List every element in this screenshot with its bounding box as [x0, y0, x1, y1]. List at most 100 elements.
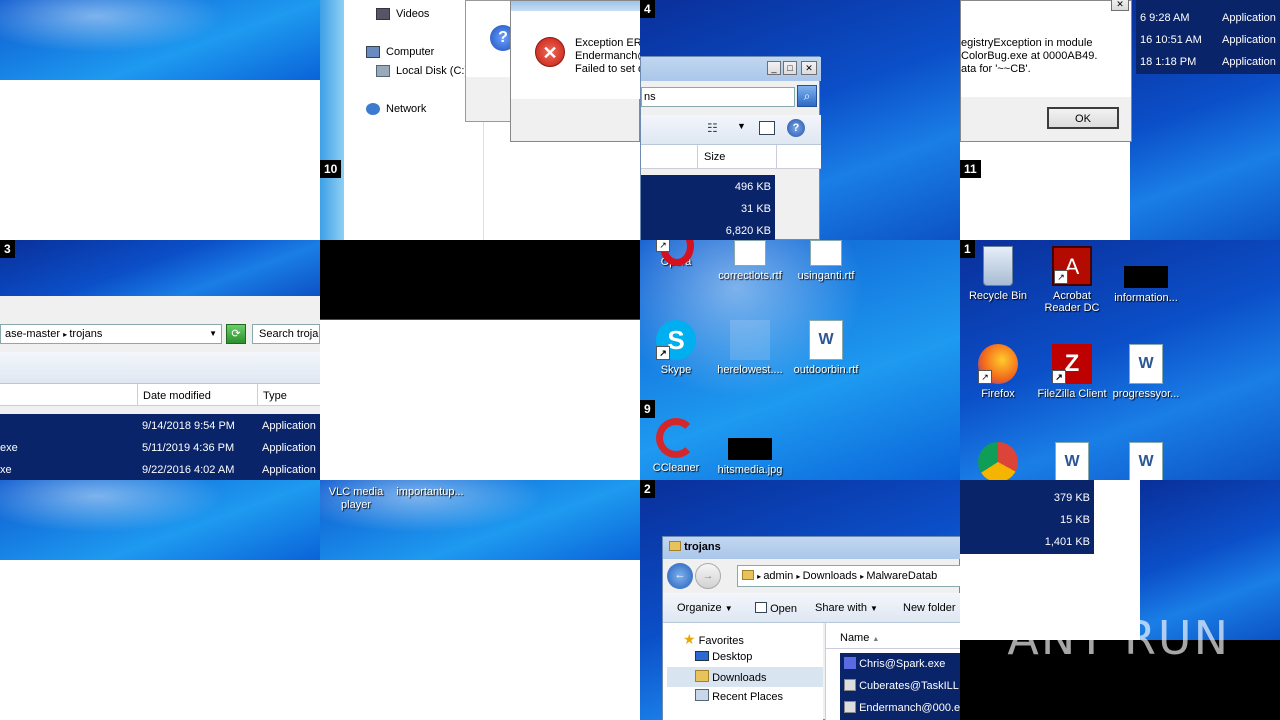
column-type[interactable]: Type: [257, 384, 320, 406]
navigation-pane: Videos Computer Local Disk (C:) Network: [344, 0, 484, 240]
views-icon[interactable]: ☷: [707, 121, 723, 135]
ok-button[interactable]: OK: [1047, 107, 1119, 129]
chevron-down-icon[interactable]: ▼: [209, 329, 217, 338]
table-row[interactable]: xe 9/22/2016 4:02 AM Application: [0, 464, 320, 480]
address-bar[interactable]: ase-master ▸ trojans ▼: [0, 324, 222, 344]
tile-number: 2: [640, 480, 655, 498]
column-date-modified[interactable]: Date modified: [137, 384, 257, 406]
close-button[interactable]: ✕: [1111, 0, 1129, 11]
nav-item-downloads[interactable]: Downloads: [667, 667, 823, 687]
error-message: Exception ER Endermanch@ Failed to set d: [575, 37, 640, 75]
wallpaper-fragment: [0, 0, 320, 80]
desktop-icon-important-label[interactable]: importantup...: [392, 486, 468, 498]
firefox-icon: ↗: [978, 344, 1018, 384]
anyrun-watermark: ANY RUN: [1007, 611, 1230, 665]
word-document-icon: W: [1129, 344, 1163, 384]
desktop-icon-firefox[interactable]: ↗ Firefox: [960, 344, 1036, 400]
recent-places-icon: [695, 689, 709, 701]
desktop-icon-vlc-label[interactable]: VLC media player: [326, 486, 386, 512]
column-headers: Size: [641, 145, 821, 169]
column-size[interactable]: Size: [697, 145, 777, 169]
desktop-icon-ccleaner[interactable]: CCleaner: [640, 418, 714, 474]
desktop-icon-acrobat[interactable]: A ↗ Acrobat Reader DC: [1034, 246, 1110, 314]
desktop-fragment-right: 1 Recycle Bin A ↗ Acrobat Reader DC infor…: [960, 240, 1280, 480]
sizes-fragment: 379 KB 15 KB 1,401 KB: [960, 480, 1280, 720]
error-icon: ✕: [535, 37, 565, 67]
list-item[interactable]: Cuberates@TaskILL: [844, 679, 959, 692]
black-band: [320, 240, 640, 320]
table-row[interactable]: 9/14/2018 9:54 PM Application: [0, 420, 320, 440]
nav-item-favorites[interactable]: ★ Favorites: [683, 631, 744, 648]
word-document-icon: W: [1055, 442, 1089, 480]
desktop-icon-word-doc[interactable]: W: [1108, 442, 1184, 480]
file-size: 1,401 KB: [1044, 536, 1090, 548]
minimize-button[interactable]: _: [767, 61, 781, 75]
opera-icon: ↗: [656, 240, 696, 266]
image-thumbnail: [1124, 266, 1168, 288]
trojans-explorer-main: 2 trojans ← → ▸ admin ▸ Downloads ▸ Malw…: [640, 480, 960, 720]
desktop-icon-filezilla[interactable]: Z ↗ FileZilla Client: [1034, 344, 1110, 400]
desktop-icon-chrome[interactable]: [960, 442, 1036, 480]
nav-item-computer[interactable]: Computer: [366, 46, 434, 58]
exception-dialog: ✕ egistryException in module ColorBug.ex…: [960, 0, 1132, 142]
word-document-icon: W: [809, 320, 843, 360]
desktop-icon-information[interactable]: information...: [1108, 246, 1184, 304]
tile-number: 1: [960, 240, 975, 258]
nav-item-network[interactable]: Network: [366, 103, 426, 115]
refresh-icon[interactable]: ⟳: [226, 324, 246, 344]
address-bar[interactable]: ▸ admin ▸ Downloads ▸ MalwareDatab: [737, 565, 960, 587]
trojans-explorer-fragment: 3 ase-master ▸ trojans ▼ ⟳ Search troja …: [0, 240, 320, 480]
navigation-pane: ★ Favorites Desktop Downloads Recent Pla…: [663, 623, 823, 720]
desktop-icon-skype[interactable]: S ↗ Skype: [640, 320, 714, 376]
file-list: Chris@Spark.exe Cuberates@TaskILL Enderm…: [840, 653, 960, 720]
share-with-button[interactable]: Share with ▼: [815, 602, 878, 614]
desktop-icon-hitsmedia[interactable]: hitsmedia.jpg: [712, 418, 788, 476]
chevron-down-icon[interactable]: ▼: [737, 121, 746, 131]
close-button[interactable]: ✕: [801, 61, 817, 75]
list-item[interactable]: Chris@Spark.exe: [844, 657, 945, 670]
nav-item-videos[interactable]: Videos: [376, 8, 429, 20]
app-icon: [844, 657, 856, 669]
new-folder-button[interactable]: New folder: [903, 602, 956, 614]
list-item[interactable]: Endermanch@000.e: [844, 701, 960, 714]
desktop-fragment-mid: ↗ Opera correctlots.rtf usinganti.rtf S ↗…: [640, 240, 960, 480]
file-list: 379 KB 15 KB 1,401 KB: [960, 480, 1094, 554]
app-icon: [844, 701, 856, 713]
desktop-icon-opera[interactable]: ↗ Opera: [640, 240, 714, 268]
desktop-icon-usinganti[interactable]: usinganti.rtf: [788, 240, 864, 282]
nav-item-recent-places[interactable]: Recent Places: [695, 689, 783, 703]
star-icon: ★: [683, 631, 696, 647]
explorer-window-fragment: Videos Computer Local Disk (C:) Network …: [320, 0, 640, 240]
desktop-icon-correctlots[interactable]: correctlots.rtf: [712, 240, 788, 282]
desktop-icon-herelowest[interactable]: herelowest....: [712, 320, 788, 376]
open-button[interactable]: Open: [755, 602, 797, 615]
help-icon[interactable]: ?: [787, 119, 805, 137]
acrobat-icon: A ↗: [1052, 246, 1092, 286]
search-input[interactable]: Search troja: [252, 324, 320, 344]
toolbar: [0, 352, 320, 384]
nav-item-desktop[interactable]: Desktop: [695, 651, 752, 663]
error-dialog: ✕ Exception ER Endermanch@ Failed to set…: [510, 0, 640, 142]
desktop-icon-outdoorbin[interactable]: W outdoorbin.rtf: [788, 320, 864, 376]
search-icon[interactable]: ⌕: [797, 85, 817, 107]
drive-icon: [376, 65, 390, 77]
blank-file-icon: [730, 320, 770, 360]
file-size: 6,820 KB: [725, 225, 771, 237]
explorer-window: _ □ ✕ ns ⌕ ☷ ▼ ? Size 496 KB 31 KB 6,820…: [640, 56, 821, 240]
preview-pane-icon[interactable]: [759, 121, 775, 135]
maximize-button[interactable]: □: [783, 61, 797, 75]
column-name[interactable]: Name ▲: [826, 627, 960, 649]
word-document-icon: W: [1129, 442, 1163, 480]
desktop-icon-word-doc[interactable]: W: [1034, 442, 1110, 480]
organize-button[interactable]: Organize ▼: [677, 602, 733, 614]
table-row[interactable]: exe 5/11/2019 4:36 PM Application: [0, 442, 320, 462]
forward-button[interactable]: →: [695, 563, 721, 589]
file-list: 496 KB 31 KB 6,820 KB: [641, 175, 775, 240]
window-left-edge: [320, 0, 344, 240]
desktop-icon-progressyor[interactable]: W progressyor...: [1108, 344, 1184, 400]
registry-dialog-fragment: 6 9:28 AM Application 16 10:51 AM Applic…: [960, 0, 1280, 240]
nav-item-local-disk[interactable]: Local Disk (C:): [376, 65, 468, 77]
back-button[interactable]: ←: [667, 563, 693, 589]
search-input[interactable]: ns: [641, 87, 795, 107]
column-headers: Date modified Type: [0, 384, 320, 406]
